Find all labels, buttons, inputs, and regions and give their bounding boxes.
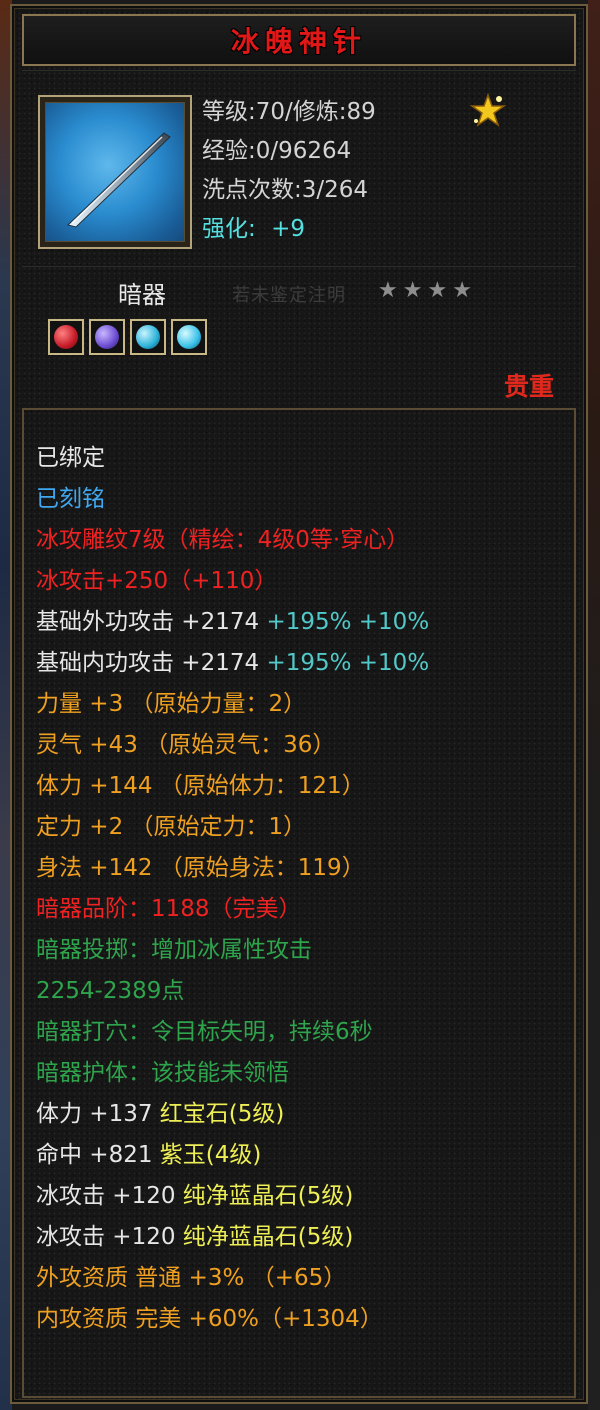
enhance-text: 强化: +9 bbox=[202, 210, 376, 249]
item-tooltip-panel: 冰魄神针 等级:70/修炼:89 经验:0/96264 洗点次数:3/264 强… bbox=[10, 4, 588, 1404]
star-rating: ★ ★ ★ ★ bbox=[378, 277, 472, 305]
gem-slot[interactable] bbox=[171, 319, 207, 355]
attribute-line: 力量 +3 （原始力量：2） bbox=[36, 691, 307, 717]
reset-count-text: 洗点次数:3/264 bbox=[202, 177, 369, 203]
enhance-label: 强化: bbox=[202, 216, 256, 242]
attribute-segment: 命中 +821 bbox=[36, 1142, 160, 1168]
attribute-line: 体力 +144 （原始体力：121） bbox=[36, 773, 365, 799]
attribute-line: 冰攻雕纹7级（精绘：4级0等·穿心） bbox=[36, 527, 410, 553]
blue-gem-icon bbox=[177, 325, 201, 349]
attribute-line: 外攻资质 普通 +3% （+65） bbox=[36, 1265, 347, 1291]
item-name: 冰魄神针 bbox=[230, 25, 367, 58]
attribute-line: 基础外功攻击 +2174 +195% +10% bbox=[36, 602, 429, 643]
attribute-list: 已绑定已刻铭冰攻雕纹7级（精绘：4级0等·穿心） 冰攻击+250（+110） 基础外… bbox=[36, 438, 429, 1340]
needle-icon bbox=[45, 102, 185, 242]
gem-slot[interactable] bbox=[89, 319, 125, 355]
red-gem-icon bbox=[54, 325, 78, 349]
faded-note: 若未鉴定注明 bbox=[232, 285, 346, 306]
gem-slot[interactable] bbox=[48, 319, 84, 355]
attribute-line: 冰攻击 +120 纯净蓝晶石(5级) bbox=[36, 1217, 429, 1258]
attribute-segment: 基础内功攻击 +2174 bbox=[36, 650, 267, 676]
attribute-line: 灵气 +43 （原始灵气：36） bbox=[36, 732, 336, 758]
star-icon: ★ bbox=[402, 278, 423, 303]
attribute-line: 已刻铭 bbox=[36, 486, 105, 512]
item-header: 等级:70/修炼:89 经验:0/96264 洗点次数:3/264 强化: +9 bbox=[22, 70, 576, 267]
item-title-bar: 冰魄神针 bbox=[22, 14, 576, 66]
attribute-segment: 纯净蓝晶石(5级) bbox=[182, 1224, 354, 1250]
blue-gem-icon bbox=[136, 325, 160, 349]
attribute-line: 已绑定 bbox=[36, 445, 105, 471]
attribute-segment: 红宝石(5级) bbox=[159, 1101, 285, 1127]
gem-slot[interactable] bbox=[130, 319, 166, 355]
item-stats: 等级:70/修炼:89 经验:0/96264 洗点次数:3/264 强化: +9 bbox=[202, 93, 376, 249]
gem-slots bbox=[48, 319, 207, 355]
item-summary: 暗器 若未鉴定注明 ★ ★ ★ ★ 贵重 bbox=[22, 266, 576, 407]
star-icon: ★ bbox=[452, 278, 472, 303]
purple-gem-icon bbox=[95, 325, 119, 349]
attribute-line: 冰攻击 +120 纯净蓝晶石(5级) bbox=[36, 1176, 429, 1217]
attribute-panel: 已绑定已刻铭冰攻雕纹7级（精绘：4级0等·穿心） 冰攻击+250（+110） 基础外… bbox=[22, 408, 576, 1398]
attribute-line: 体力 +137 红宝石(5级) bbox=[36, 1094, 429, 1135]
star-icon: ★ bbox=[427, 278, 448, 303]
attribute-line: 定力 +2 （原始定力：1） bbox=[36, 814, 307, 840]
star-icon: ★ bbox=[378, 278, 398, 303]
item-category: 暗器 bbox=[118, 281, 166, 309]
attribute-line: 暗器投掷：增加冰属性攻击 bbox=[36, 937, 312, 963]
item-quality: 贵重 bbox=[503, 372, 554, 401]
attribute-line: 暗器打穴：令目标失明，持续6秒 bbox=[36, 1019, 373, 1045]
attribute-segment: +195% +10% bbox=[266, 650, 430, 676]
enhance-value: +9 bbox=[271, 216, 305, 242]
attribute-segment: 暗器品阶：1188 bbox=[36, 896, 210, 922]
attribute-line: 命中 +821 紫玉(4级) bbox=[36, 1135, 429, 1176]
attribute-segment: 紫玉(4级) bbox=[159, 1142, 262, 1168]
attribute-segment: 纯净蓝晶石(5级) bbox=[182, 1183, 354, 1209]
attribute-line: 暗器护体：该技能未领悟 bbox=[36, 1060, 289, 1086]
level-text: 等级:70/修炼:89 bbox=[202, 99, 376, 125]
attribute-segment: 基础外功攻击 +2174 bbox=[36, 609, 267, 635]
attribute-line: 内攻资质 完美 +60%（+1304） bbox=[36, 1306, 383, 1332]
attribute-line: 基础内功攻击 +2174 +195% +10% bbox=[36, 643, 429, 684]
attribute-segment: 冰攻击 +120 bbox=[36, 1183, 183, 1209]
attribute-segment: （完美） bbox=[209, 896, 302, 922]
experience-text: 经验:0/96264 bbox=[202, 138, 352, 164]
attribute-line: 身法 +142 （原始身法：119） bbox=[36, 855, 365, 881]
item-icon-frame bbox=[38, 95, 192, 249]
attribute-line: 冰攻击+250（+110） bbox=[36, 568, 278, 594]
attribute-segment: +195% +10% bbox=[266, 609, 430, 635]
background-edge-right bbox=[588, 0, 600, 1410]
attribute-segment: 体力 +137 bbox=[36, 1101, 160, 1127]
attribute-line: 暗器品阶：1188（完美） bbox=[36, 889, 429, 930]
attribute-segment: 冰攻击 +120 bbox=[36, 1224, 183, 1250]
gold-star-badge-icon bbox=[468, 91, 508, 131]
attribute-line: 2254-2389点 bbox=[36, 978, 185, 1004]
